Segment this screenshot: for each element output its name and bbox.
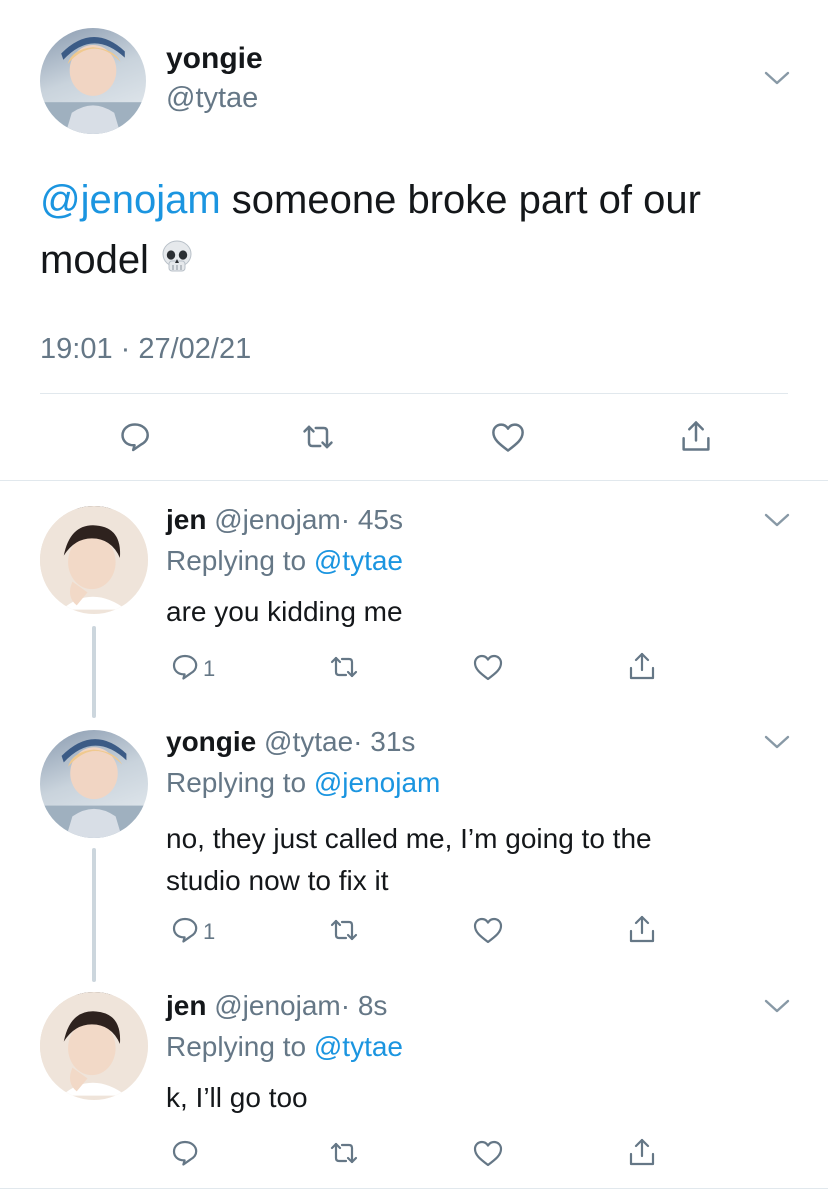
thread-line — [92, 848, 96, 982]
retweet-icon[interactable] — [328, 1138, 360, 1168]
reply-icon[interactable] — [170, 652, 200, 682]
retweet-icon[interactable] — [300, 420, 336, 454]
like-icon[interactable] — [490, 420, 526, 454]
handle[interactable]: @tytae — [166, 82, 258, 115]
reply-text: no, they just called me, I’m going to th… — [166, 818, 652, 902]
share-icon[interactable] — [678, 418, 714, 454]
reply-time[interactable]: · 8s — [341, 990, 388, 1021]
mention-link[interactable]: @tytae — [314, 1031, 403, 1062]
reply-time[interactable]: · 31s — [353, 726, 415, 757]
chevron-down-icon[interactable] — [764, 70, 790, 86]
thread-line — [92, 626, 96, 718]
reply-text-line: studio now to fix it — [166, 865, 389, 896]
handle[interactable]: @jenojam — [214, 504, 340, 535]
display-name[interactable]: jen — [166, 504, 206, 535]
mention-link[interactable]: @jenojam — [40, 178, 221, 222]
reply-header: jen @jenojam· 8s — [166, 990, 387, 1022]
replying-to-label: Replying to — [166, 767, 314, 798]
chevron-down-icon[interactable] — [764, 512, 790, 528]
mention-link[interactable]: @jenojam — [314, 767, 440, 798]
chevron-down-icon[interactable] — [764, 998, 790, 1014]
replying-to: Replying to @jenojam — [166, 767, 440, 799]
display-name[interactable]: jen — [166, 990, 206, 1021]
reply-header: yongie @tytae· 31s — [166, 726, 415, 758]
like-icon[interactable] — [472, 915, 504, 945]
mention-link[interactable]: @tytae — [314, 545, 403, 576]
reply-text: k, I’ll go too — [166, 1082, 308, 1113]
reply-count: 1 — [203, 919, 216, 944]
reply-text-line: no, they just called me, I’m going to th… — [166, 823, 652, 854]
retweet-icon[interactable] — [328, 652, 360, 682]
replying-to-label: Replying to — [166, 1031, 314, 1062]
tweet-text: @jenojam someone broke part of our model — [40, 170, 800, 290]
avatar-yongie[interactable] — [40, 28, 146, 134]
reply-icon[interactable] — [170, 1138, 200, 1168]
tweet-text-line1: someone broke part of our — [220, 178, 701, 222]
like-icon[interactable] — [472, 1138, 504, 1168]
avatar-jen[interactable] — [40, 992, 148, 1100]
avatar-jen[interactable] — [40, 506, 148, 614]
divider — [40, 393, 788, 394]
display-name[interactable]: yongie — [166, 42, 263, 76]
timestamp[interactable]: 19:01 · 27/02/21 — [40, 333, 251, 366]
like-icon[interactable] — [472, 652, 504, 682]
reply-header: jen @jenojam· 45s — [166, 504, 403, 536]
reply-icon[interactable] — [170, 915, 200, 945]
reply-time[interactable]: · 45s — [341, 504, 403, 535]
share-icon[interactable] — [626, 913, 658, 945]
replying-to: Replying to @tytae — [166, 545, 403, 577]
skull-emoji-icon — [157, 234, 197, 274]
retweet-icon[interactable] — [328, 915, 360, 945]
display-name[interactable]: yongie — [166, 726, 256, 757]
tweet-text-line2: model — [40, 238, 149, 282]
replying-to: Replying to @tytae — [166, 1031, 403, 1063]
divider — [0, 1188, 828, 1189]
reply-count: 1 — [203, 656, 216, 681]
divider — [0, 480, 828, 481]
avatar-yongie[interactable] — [40, 730, 148, 838]
handle[interactable]: @jenojam — [214, 990, 340, 1021]
share-icon[interactable] — [626, 650, 658, 682]
replying-to-label: Replying to — [166, 545, 314, 576]
chevron-down-icon[interactable] — [764, 734, 790, 750]
reply-icon[interactable] — [118, 420, 152, 454]
handle[interactable]: @tytae — [264, 726, 353, 757]
share-icon[interactable] — [626, 1136, 658, 1168]
reply-text: are you kidding me — [166, 596, 403, 627]
